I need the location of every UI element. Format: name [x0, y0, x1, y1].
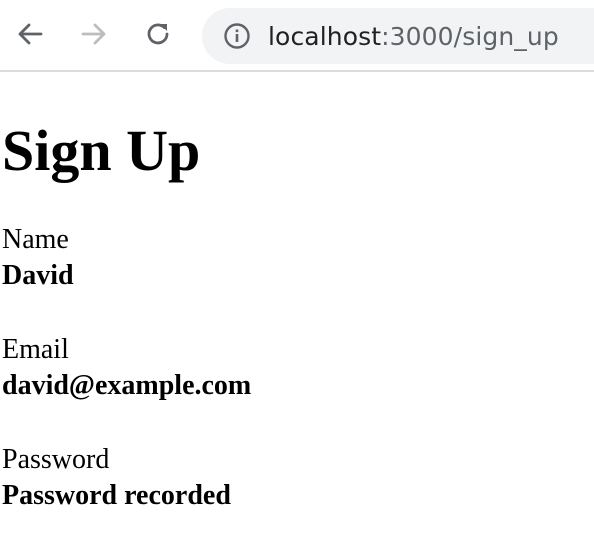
address-bar[interactable]: localhost:3000/sign_up — [202, 8, 594, 64]
back-arrow-icon — [18, 23, 43, 45]
email-value: david@example.com — [2, 370, 252, 401]
back-button[interactable] — [10, 14, 50, 54]
password-label: Password — [2, 444, 110, 475]
password-field: Password Password recorded — [2, 442, 594, 514]
reload-icon — [147, 23, 169, 45]
url-text[interactable]: localhost:3000/sign_up — [268, 22, 559, 51]
url-path: :3000/sign_up — [381, 21, 559, 51]
email-label: Email — [2, 334, 69, 365]
email-field: Email david@example.com — [2, 332, 594, 404]
forward-button[interactable] — [74, 14, 114, 54]
password-value: Password recorded — [2, 480, 231, 511]
page-title: Sign Up — [2, 118, 201, 183]
name-value: David — [2, 260, 74, 291]
url-host: localhost — [268, 21, 382, 51]
browser-toolbar: localhost:3000/sign_up — [0, 0, 594, 72]
forward-arrow-icon — [81, 23, 106, 45]
reload-button[interactable] — [138, 14, 178, 54]
name-label: Name — [2, 224, 69, 255]
info-icon[interactable] — [222, 21, 252, 51]
name-field: Name David — [2, 222, 594, 294]
page-content: Sign Up Name David Email david@example.c… — [0, 72, 594, 514]
